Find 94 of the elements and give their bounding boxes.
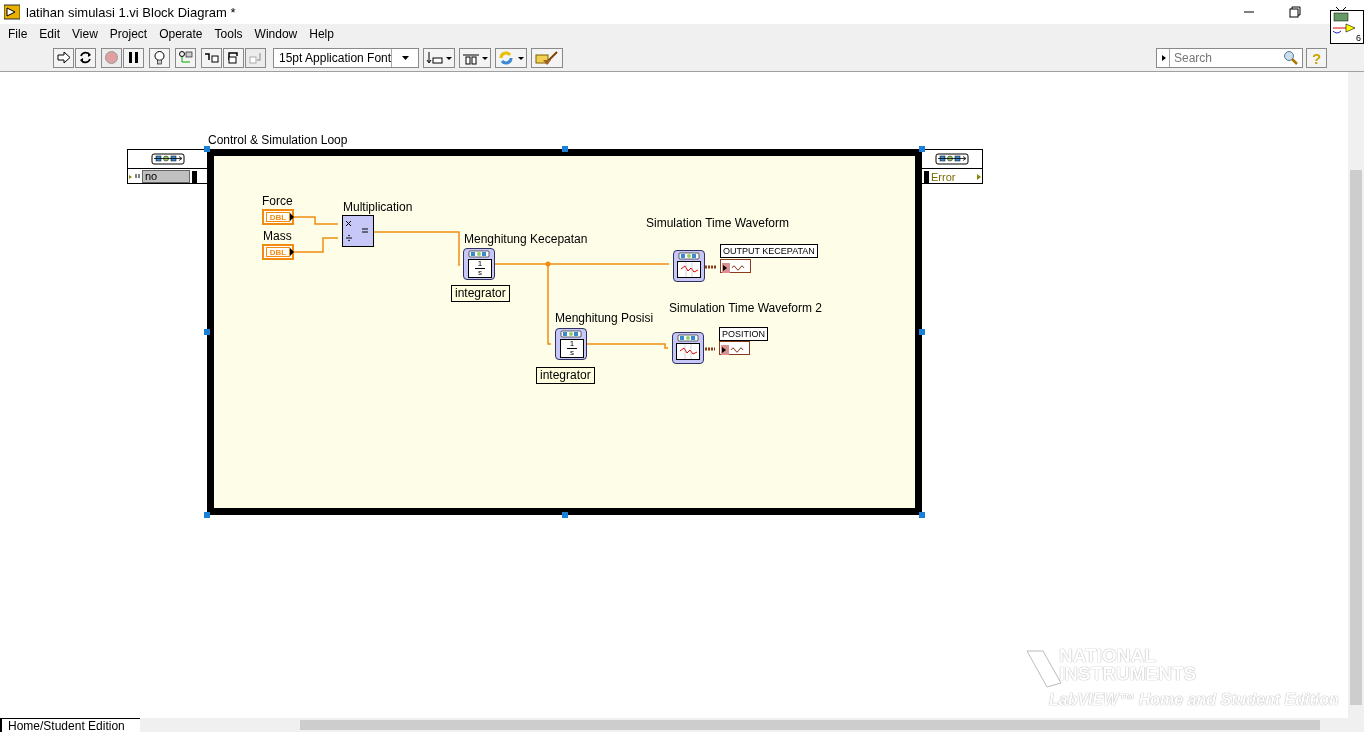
window-title: latihan simulasi 1.vi Block Diagram *	[26, 4, 236, 20]
menu-item[interactable]: File	[2, 27, 34, 41]
junction-dot	[545, 261, 551, 267]
node-label: Menghitung Posisi	[555, 311, 654, 325]
output-value: Error	[931, 170, 957, 183]
node-caption: integrator	[451, 285, 510, 302]
step-into-icon	[204, 50, 219, 65]
data-type-label: DBL	[266, 247, 290, 257]
search-input[interactable]: Search	[1170, 50, 1276, 66]
step-over-button[interactable]	[223, 47, 244, 68]
menu-item[interactable]: Project	[103, 27, 154, 41]
transfer-function-label: 1 s	[560, 339, 584, 358]
integrator-node[interactable]: 1 s	[555, 328, 587, 360]
distribute-button[interactable]	[459, 47, 491, 68]
wire	[705, 347, 715, 351]
search-field[interactable]: Search	[1156, 48, 1303, 68]
loop-node-icon	[677, 252, 701, 260]
loop-node-icon	[467, 250, 491, 258]
cleanup-icon	[533, 49, 561, 66]
indicator-label: OUTPUT KECEPATAN	[720, 244, 818, 258]
resize-handle[interactable]	[919, 146, 925, 152]
multiply-divide-node[interactable]	[342, 215, 374, 247]
node-label: Force	[262, 194, 293, 208]
pause-button[interactable]	[123, 47, 144, 68]
search-icon[interactable]	[1283, 50, 1299, 66]
data-type-label: DBL	[266, 212, 290, 222]
wire	[293, 216, 339, 225]
menu-item[interactable]: Help	[303, 27, 340, 41]
run-button[interactable]	[53, 47, 74, 68]
menu-item[interactable]: Operate	[153, 27, 209, 41]
run-continuous-icon	[78, 50, 93, 65]
menu-item[interactable]: Tools	[208, 27, 249, 41]
menu-item[interactable]: View	[66, 27, 104, 41]
output-node[interactable]: Error	[921, 149, 983, 184]
resize-handle[interactable]	[561, 512, 568, 518]
resize-handle[interactable]	[204, 146, 210, 152]
highlight-button[interactable]	[149, 47, 170, 68]
node-label: Menghitung Kecepatan	[464, 232, 588, 246]
run-icon	[56, 50, 71, 65]
font-dropdown[interactable]: 15pt Application Font	[273, 47, 419, 68]
node-label: Multiplication	[343, 200, 413, 214]
integrator-node[interactable]: 1 s	[463, 248, 495, 280]
align-icon	[425, 49, 453, 66]
wire	[293, 237, 339, 253]
loop-node-icon	[559, 330, 583, 338]
vertical-scrollbar[interactable]	[1348, 72, 1364, 718]
app-icon	[4, 4, 20, 20]
step-out-icon	[248, 50, 263, 65]
graph-icon	[677, 261, 701, 279]
highlight-icon	[152, 50, 167, 65]
cleanup-button[interactable]	[531, 47, 563, 68]
arrow-icon[interactable]	[1162, 55, 1166, 61]
node-label: Mass	[263, 229, 292, 243]
node-caption: integrator	[536, 367, 595, 384]
node-label: Simulation Time Waveform	[646, 216, 789, 230]
abort-icon	[104, 50, 119, 65]
waveform-node[interactable]	[673, 250, 705, 282]
reorder-icon	[497, 49, 525, 66]
input-value: no	[142, 170, 190, 183]
arrow-icon	[128, 171, 142, 182]
step-into-button[interactable]	[201, 47, 222, 68]
align-button[interactable]	[423, 47, 455, 68]
wire	[705, 265, 716, 269]
step-over-icon	[226, 50, 241, 65]
arrow-icon	[290, 248, 294, 256]
waveform-node[interactable]	[672, 332, 704, 364]
pause-icon	[126, 50, 141, 65]
resize-handle[interactable]	[204, 329, 210, 335]
menu-item[interactable]: Window	[248, 27, 304, 41]
loop-node-icon	[935, 153, 969, 165]
reorder-button[interactable]	[495, 47, 527, 68]
menu-item[interactable]: Edit	[33, 27, 67, 41]
input-node[interactable]: no	[127, 149, 208, 184]
arrow-icon	[290, 213, 294, 221]
loop-node-icon	[676, 334, 700, 342]
waveform-indicator-terminal[interactable]	[719, 341, 750, 355]
resize-handle[interactable]	[561, 146, 568, 152]
resize-handle[interactable]	[919, 329, 925, 335]
indicator-label: POSITION	[719, 327, 768, 341]
arrow-icon	[976, 172, 982, 181]
loop-node-icon	[150, 153, 185, 165]
transfer-function-label: 1 s	[468, 259, 492, 278]
retain-button[interactable]	[175, 47, 196, 68]
node-label: Simulation Time Waveform 2	[669, 301, 822, 315]
resize-handle[interactable]	[204, 512, 210, 518]
waveform-indicator-terminal[interactable]	[720, 259, 751, 273]
caret-icon	[401, 55, 409, 60]
run-continuous-button[interactable]	[75, 47, 96, 68]
simulation-loop-frame[interactable]	[207, 149, 922, 515]
loop-label: Control & Simulation Loop	[208, 133, 348, 147]
retain-icon	[178, 50, 193, 65]
resize-handle[interactable]	[919, 512, 925, 518]
graph-icon	[676, 343, 700, 361]
vi-icon[interactable]: 6	[1330, 10, 1364, 44]
